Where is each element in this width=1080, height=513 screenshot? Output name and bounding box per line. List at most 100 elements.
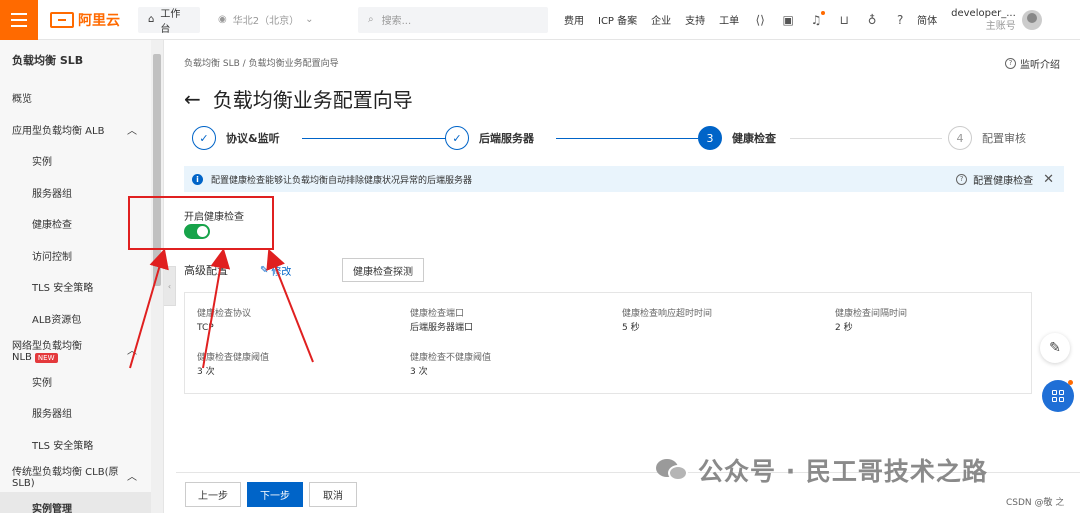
step-number: 4 <box>948 126 972 150</box>
field-value: 3 次 <box>410 367 428 377</box>
step-label: 后端服务器 <box>479 132 534 145</box>
apps-grid-icon[interactable] <box>1042 380 1074 412</box>
sidebar-item-label: 概览 <box>12 94 32 106</box>
sidebar-item-alb-instances[interactable]: 实例 <box>0 145 163 177</box>
sidebar-group-nlb[interactable]: 网络型负载均衡 NLB NEW ︿ <box>0 334 163 366</box>
user-name: developer_... <box>951 7 1016 19</box>
chevron-down-icon: ⌄ <box>305 14 314 25</box>
sidebar-item-label: 服务器组 <box>32 409 72 421</box>
sidebar-item-clb-instances[interactable]: 实例管理 <box>0 491 163 513</box>
code-icon[interactable]: ⟨⟩ <box>753 13 767 27</box>
sidebar-title: 负载均衡 SLB <box>12 54 84 67</box>
info-notice: i 配置健康检查能够让负载均衡自动排除健康状况异常的后端服务器 ? 配置健康检查… <box>184 166 1064 192</box>
wizard-steps: ✓ 协议&监听 ✓ 后端服务器 3 健康检查 4 配置审核 <box>192 126 1052 152</box>
chevron-up-icon: ︿ <box>127 346 137 358</box>
cart-icon[interactable]: ⊔ <box>837 13 851 27</box>
new-badge: NEW <box>34 352 58 363</box>
step-number: 3 <box>698 126 722 150</box>
close-icon[interactable]: ✕ <box>1043 172 1054 187</box>
notification-dot <box>821 10 826 15</box>
annotation-highlight-box <box>128 196 274 250</box>
next-step-button[interactable]: 下一步 <box>247 482 303 507</box>
sidebar-scrollbar[interactable] <box>151 40 163 513</box>
sidebar-item-label: 实例 <box>32 157 52 169</box>
search-input[interactable]: ⌕ 搜索... <box>358 6 548 33</box>
aliyun-logo[interactable]: 阿里云 <box>50 10 120 30</box>
step-connector <box>302 138 448 139</box>
step-label: 配置审核 <box>982 132 1026 145</box>
sidebar-item-label: 传统型负载均衡 CLB(原SLB) <box>12 466 119 489</box>
home-icon: ⌂ <box>148 14 155 25</box>
field-label: 健康检查健康阈值 <box>197 353 270 363</box>
sidebar-item-overview[interactable]: 概览 <box>0 82 163 114</box>
sidebar-item-label: 实例管理 <box>32 503 72 513</box>
lightbulb-icon[interactable]: ♁ <box>865 13 879 27</box>
field-unhealthy-threshold: 健康检查不健康阈值 3 次 <box>410 351 491 379</box>
step-health-check: 3 健康检查 <box>698 126 776 150</box>
health-check-probe-button[interactable]: 健康检查探测 <box>342 258 424 282</box>
bell-icon[interactable]: ♫ <box>809 10 826 27</box>
field-value: 3 次 <box>197 367 215 377</box>
sidebar-item-label: TLS 安全策略 <box>32 440 94 452</box>
breadcrumb-item-slb[interactable]: 负载均衡 SLB <box>184 59 240 69</box>
sidebar-item-alb-tls-policy[interactable]: TLS 安全策略 <box>0 271 163 303</box>
step-connector <box>790 138 942 139</box>
chevron-up-icon: ︿ <box>127 472 137 484</box>
menu-icon[interactable] <box>0 0 38 40</box>
configure-health-check-link[interactable]: 配置健康检查 <box>973 172 1033 187</box>
chevron-up-icon: ︿ <box>127 125 137 137</box>
page-title: ← 负载均衡业务配置向导 <box>184 84 413 113</box>
nav-link-ticket[interactable]: 工单 <box>719 12 739 27</box>
back-arrow-icon[interactable]: ← <box>184 87 201 111</box>
terminal-icon[interactable]: ▣ <box>781 13 795 27</box>
field-interval: 健康检查间隔时间 2 秒 <box>835 307 907 335</box>
page-title-text: 负载均衡业务配置向导 <box>212 88 413 112</box>
edit-advanced-link[interactable]: ✎ 修改 <box>260 263 291 278</box>
sidebar-group-alb[interactable]: 应用型负载均衡 ALB ︿ <box>0 114 163 146</box>
help-circle-icon: ? <box>1005 58 1016 69</box>
sidebar-item-label: ALB资源包 <box>32 314 82 326</box>
nav-link-support[interactable]: 支持 <box>685 12 705 27</box>
nav-link-enterprise[interactable]: 企业 <box>651 12 671 27</box>
info-icon: i <box>192 173 203 185</box>
help-icon[interactable]: ? <box>893 13 907 27</box>
sidebar-item-label: 应用型负载均衡 ALB <box>12 125 105 137</box>
nav-link-icp[interactable]: ICP 备案 <box>598 12 637 27</box>
listener-intro-link[interactable]: ? 监听介绍 <box>1005 56 1060 71</box>
search-placeholder: 搜索... <box>381 16 412 27</box>
user-account[interactable]: developer_... 主账号 <box>951 7 1016 33</box>
sidebar-item-nlb-server-groups[interactable]: 服务器组 <box>0 397 163 429</box>
scrollbar-thumb[interactable] <box>153 54 161 286</box>
wechat-watermark: 公众号 · 民工哥技术之路 <box>656 452 988 488</box>
region-selector[interactable]: ◉ 华北2（北京） ⌄ <box>218 12 328 27</box>
field-healthy-threshold: 健康检查健康阈值 3 次 <box>197 351 269 379</box>
sidebar-collapse-handle[interactable]: ‹ <box>164 266 176 306</box>
workspace-button[interactable]: ⌂ 工作台 <box>138 6 200 35</box>
field-label: 健康检查协议 <box>197 309 252 319</box>
step-connector <box>556 138 698 139</box>
language-switch[interactable]: 简体 <box>917 12 937 27</box>
watermark-text: 公众号 · 民工哥技术之路 <box>698 457 988 486</box>
sidebar-item-label: 实例 <box>32 377 52 389</box>
check-icon: ✓ <box>192 126 216 150</box>
sidebar-item-nlb-instances[interactable]: 实例 <box>0 366 163 398</box>
sidebar-group-clb[interactable]: 传统型负载均衡 CLB(原SLB) ︿ <box>0 460 163 492</box>
field-label: 健康检查不健康阈值 <box>410 353 492 363</box>
help-circle-icon: ? <box>956 173 968 185</box>
field-label: 健康检查端口 <box>410 309 465 319</box>
notification-dot <box>1068 380 1073 385</box>
step-label: 健康检查 <box>732 132 776 145</box>
search-icon: ⌕ <box>368 14 374 25</box>
cancel-button[interactable]: 取消 <box>309 482 357 507</box>
previous-step-button[interactable]: 上一步 <box>185 482 241 507</box>
avatar[interactable] <box>1021 9 1042 30</box>
field-port: 健康检查端口 后端服务器端口 <box>410 307 473 335</box>
sidebar-item-nlb-tls-policy[interactable]: TLS 安全策略 <box>0 429 163 461</box>
sidebar-item-alb-resource-pack[interactable]: ALB资源包 <box>0 303 163 335</box>
nav-link-billing[interactable]: 费用 <box>564 12 584 27</box>
feedback-edit-icon[interactable]: ✎ <box>1040 333 1070 363</box>
advanced-config-title: 高级配置 <box>184 264 228 277</box>
field-label: 健康检查响应超时时间 <box>622 309 713 319</box>
breadcrumb: 负载均衡 SLB / 负载均衡业务配置向导 <box>184 56 339 69</box>
region-label: 华北2（北京） <box>232 16 300 27</box>
